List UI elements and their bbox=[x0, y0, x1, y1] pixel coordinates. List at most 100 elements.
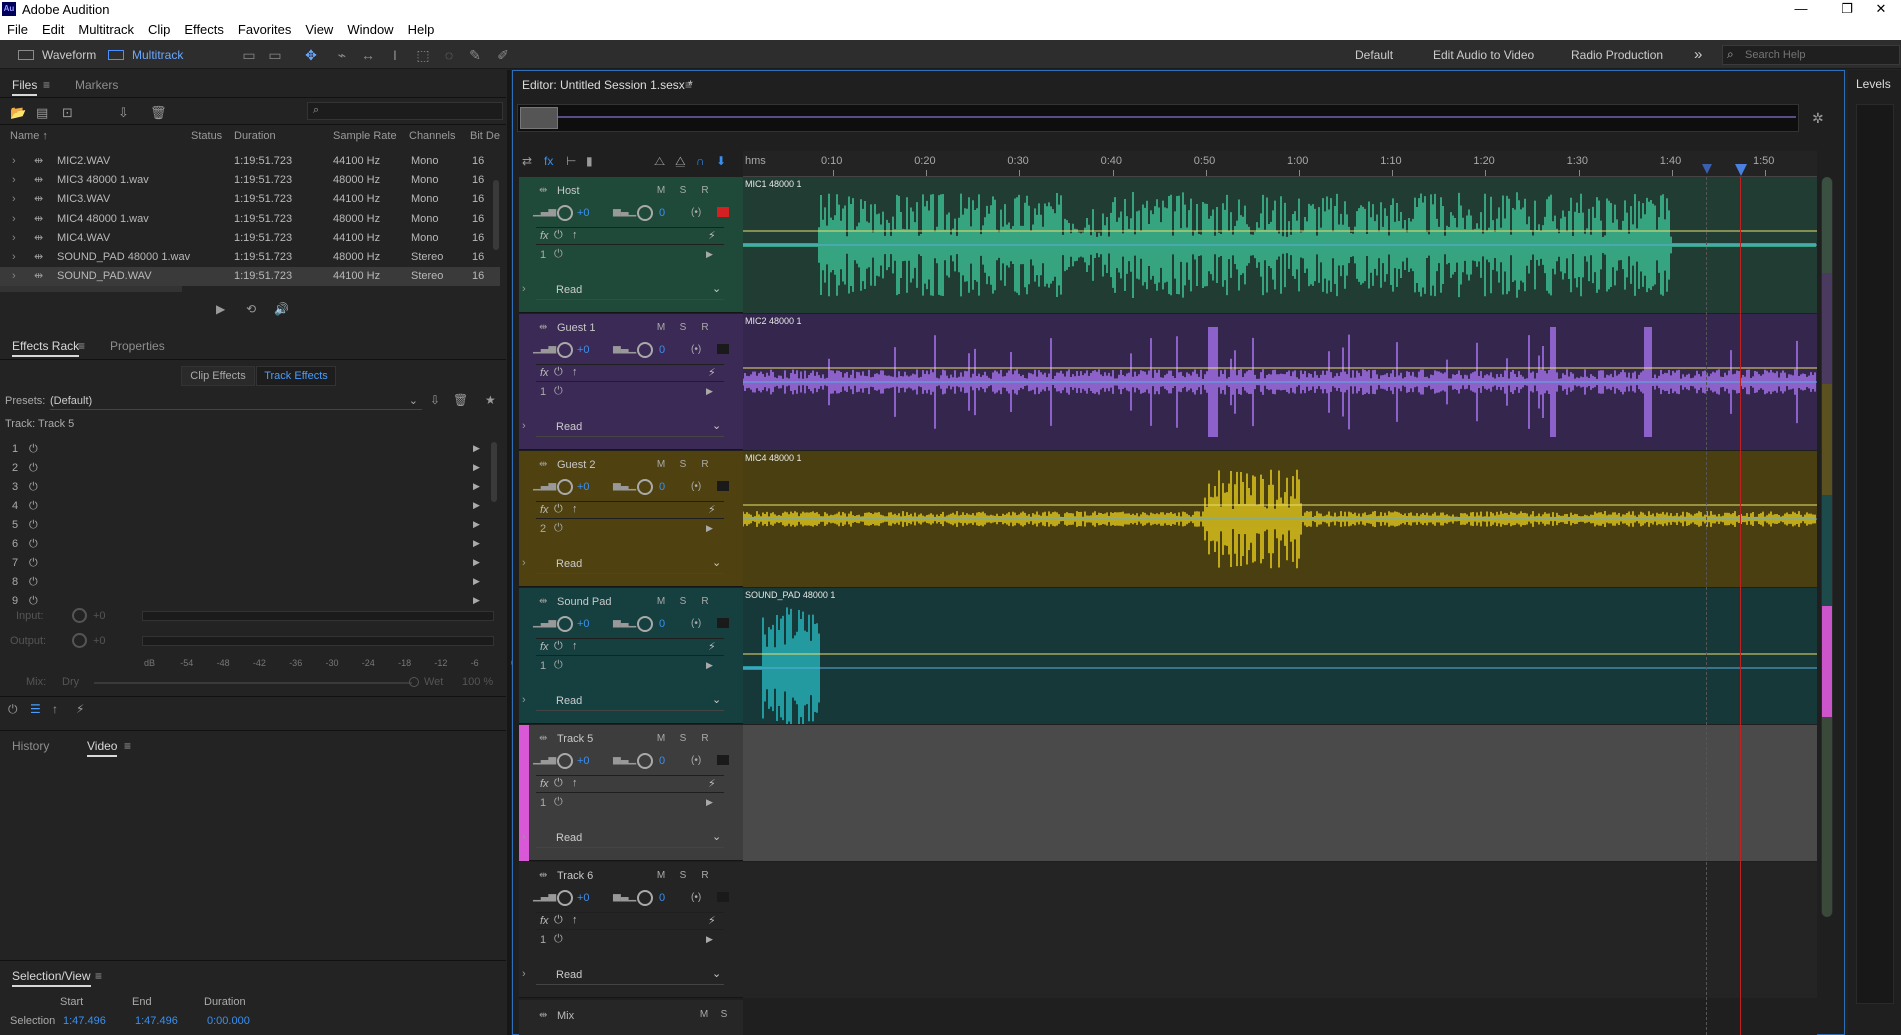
menu-file[interactable]: File bbox=[0, 19, 35, 37]
volume-knob[interactable] bbox=[557, 616, 573, 632]
overview-viewport-handle[interactable] bbox=[520, 107, 558, 129]
record-arm-button[interactable]: R bbox=[697, 184, 713, 198]
power-icon[interactable]: ⏻ bbox=[554, 796, 563, 809]
fx-icon[interactable]: fx bbox=[540, 230, 549, 242]
pan-value[interactable]: 0 bbox=[659, 755, 665, 767]
session-overview[interactable] bbox=[517, 104, 1799, 132]
editor-menu-icon[interactable]: ≡ bbox=[685, 78, 692, 92]
video-menu-icon[interactable]: ≡ bbox=[124, 739, 131, 753]
power-icon[interactable]: ⏻ bbox=[29, 557, 38, 570]
time-ruler[interactable]: hms 0:10 0:20 0:30 0:40 0:50 1:00 1:10 1:20 1:30… bbox=[743, 151, 1817, 177]
effect-slot[interactable]: 3 ⏻ ▶ bbox=[0, 481, 500, 500]
workspace-radio-production[interactable]: Radio Production bbox=[1571, 45, 1663, 65]
import-file-icon[interactable]: ▤ bbox=[36, 105, 48, 121]
presets-dropdown[interactable]: (Default) ⌄ bbox=[50, 392, 422, 410]
solo-button[interactable]: S bbox=[675, 732, 691, 746]
mix-slider[interactable] bbox=[94, 682, 412, 684]
solo-button[interactable]: S bbox=[675, 458, 691, 472]
solo-button[interactable]: S bbox=[675, 595, 691, 609]
volume-value[interactable]: +0 bbox=[577, 207, 590, 219]
volume-knob[interactable] bbox=[557, 205, 573, 221]
track-effects-tab[interactable]: Track Effects bbox=[256, 366, 336, 386]
pan-knob[interactable] bbox=[637, 479, 653, 495]
menu-edit[interactable]: Edit bbox=[35, 19, 71, 37]
stereo-width-icon[interactable]: (•) bbox=[691, 618, 701, 629]
file-row[interactable]: › ⇹ SOUND_PAD 48000 1.wav 1:19:51.723 48000 … bbox=[0, 248, 500, 267]
input-knob[interactable] bbox=[72, 608, 87, 623]
fx-icon[interactable]: fx bbox=[540, 641, 549, 653]
lightning-icon[interactable]: ⚡ bbox=[708, 366, 716, 379]
healing-tool-icon[interactable]: ✐ bbox=[494, 46, 512, 64]
chevron-right-icon[interactable]: ▶ bbox=[473, 576, 480, 587]
expand-chevron-icon[interactable]: › bbox=[12, 171, 16, 190]
mute-button[interactable]: M bbox=[653, 595, 669, 609]
track-name[interactable]: Track 6 bbox=[557, 870, 593, 882]
col-sample-rate[interactable]: Sample Rate bbox=[333, 130, 397, 142]
marker-pin-icon[interactable]: ⬇ bbox=[716, 154, 726, 168]
power-icon[interactable]: ⏻ bbox=[554, 385, 563, 398]
insert-into-multitrack-icon[interactable]: ⇩ bbox=[118, 105, 129, 121]
lightning-icon[interactable]: ⚡ bbox=[708, 914, 716, 927]
chevron-right-icon[interactable]: ▶ bbox=[706, 934, 713, 945]
stereo-width-icon[interactable]: (•) bbox=[691, 344, 701, 355]
power-icon[interactable]: ⏻ bbox=[554, 248, 563, 261]
spectral-display-icon[interactable]: ▭ bbox=[240, 46, 258, 64]
expand-chevron-icon[interactable]: › bbox=[12, 152, 16, 171]
chevron-right-icon[interactable]: ▶ bbox=[473, 443, 480, 454]
power-icon[interactable]: ⏻ bbox=[29, 481, 38, 494]
lightning-icon[interactable]: ⚡ bbox=[708, 640, 716, 653]
workspace-edit-audio-to-video[interactable]: Edit Audio to Video bbox=[1433, 45, 1534, 65]
chevron-right-icon[interactable]: ▶ bbox=[706, 660, 713, 671]
track-lane[interactable] bbox=[743, 862, 1817, 998]
mute-button[interactable]: M bbox=[653, 732, 669, 746]
files-search-input[interactable]: ⌕ bbox=[307, 102, 503, 120]
track-name[interactable]: Host bbox=[557, 185, 580, 197]
menu-view[interactable]: View bbox=[298, 19, 340, 37]
track-grip-icon[interactable]: ⇹ bbox=[539, 459, 547, 470]
track-effect-slot[interactable]: 1 ⏻ ▶ bbox=[536, 658, 724, 676]
time-selection-tool-icon[interactable]: I bbox=[386, 46, 404, 64]
delete-file-icon[interactable]: 🗑 bbox=[150, 105, 167, 121]
automation-mode-dropdown[interactable]: › Read ⌄ bbox=[522, 419, 724, 437]
effect-slot[interactable]: 7 ⏻ ▶ bbox=[0, 557, 500, 576]
record-arm-button[interactable]: R bbox=[697, 869, 713, 883]
expand-chevron-icon[interactable]: › bbox=[12, 190, 16, 209]
move-tool-icon[interactable]: ✥ bbox=[302, 46, 320, 64]
zoom-fit-icon[interactable]: ✲ bbox=[1812, 110, 1824, 127]
close-button[interactable]: ✕ bbox=[1858, 0, 1901, 19]
track-lane[interactable]: MIC2 48000 1 bbox=[743, 314, 1817, 450]
power-icon[interactable]: ⏻ bbox=[554, 522, 563, 535]
expand-chevron-icon[interactable]: › bbox=[522, 557, 526, 569]
track-grip-icon[interactable]: ⇹ bbox=[539, 322, 547, 333]
fx-icon[interactable]: fx bbox=[540, 778, 549, 790]
file-row[interactable]: › ⇹ MIC3 48000 1.wav 1:19:51.723 48000 Hz Mon… bbox=[0, 171, 500, 190]
track-lane[interactable]: MIC4 48000 1 bbox=[743, 451, 1817, 587]
stereo-width-icon[interactable]: (•) bbox=[691, 207, 701, 218]
chevron-right-icon[interactable]: ▶ bbox=[473, 538, 480, 549]
power-icon[interactable]: ⏻ bbox=[29, 443, 38, 456]
automation-mode-dropdown[interactable]: › Read ⌄ bbox=[522, 830, 724, 848]
expand-chevron-icon[interactable]: › bbox=[12, 248, 16, 267]
insert-effect-icon[interactable]: ↑ bbox=[572, 366, 578, 378]
col-channels[interactable]: Channels bbox=[409, 130, 455, 142]
track-lane[interactable] bbox=[743, 725, 1817, 861]
insert-effect-icon[interactable]: ↑ bbox=[572, 640, 578, 652]
power-icon[interactable]: ⏻ bbox=[554, 503, 563, 516]
clip-effects-tab[interactable]: Clip Effects bbox=[181, 366, 255, 386]
mute-button[interactable]: M bbox=[653, 184, 669, 198]
power-icon[interactable]: ⏻ bbox=[29, 538, 38, 551]
power-icon[interactable]: ⏻ bbox=[29, 500, 38, 513]
files-hscrollbar[interactable] bbox=[0, 286, 182, 292]
menu-multitrack[interactable]: Multitrack bbox=[71, 19, 141, 37]
track-effect-slot[interactable]: 1 ⏻ ▶ bbox=[536, 795, 724, 813]
chevron-right-icon[interactable]: ▶ bbox=[473, 595, 480, 605]
track-lane[interactable]: SOUND_PAD 48000 1 bbox=[743, 588, 1817, 724]
chevron-right-icon[interactable]: ▶ bbox=[473, 557, 480, 568]
automation-mode-dropdown[interactable]: › Read ⌄ bbox=[522, 282, 724, 300]
power-icon[interactable]: ⏻ bbox=[554, 933, 563, 946]
record-arm-button[interactable]: R bbox=[697, 732, 713, 746]
pitch-display-icon[interactable]: ▭ bbox=[266, 46, 284, 64]
file-row[interactable]: › ⇹ MIC2.WAV 1:19:51.723 44100 Hz Mono 16 bbox=[0, 152, 500, 171]
power-icon[interactable]: ⏻ bbox=[8, 702, 18, 717]
power-icon[interactable]: ⏻ bbox=[554, 229, 563, 242]
